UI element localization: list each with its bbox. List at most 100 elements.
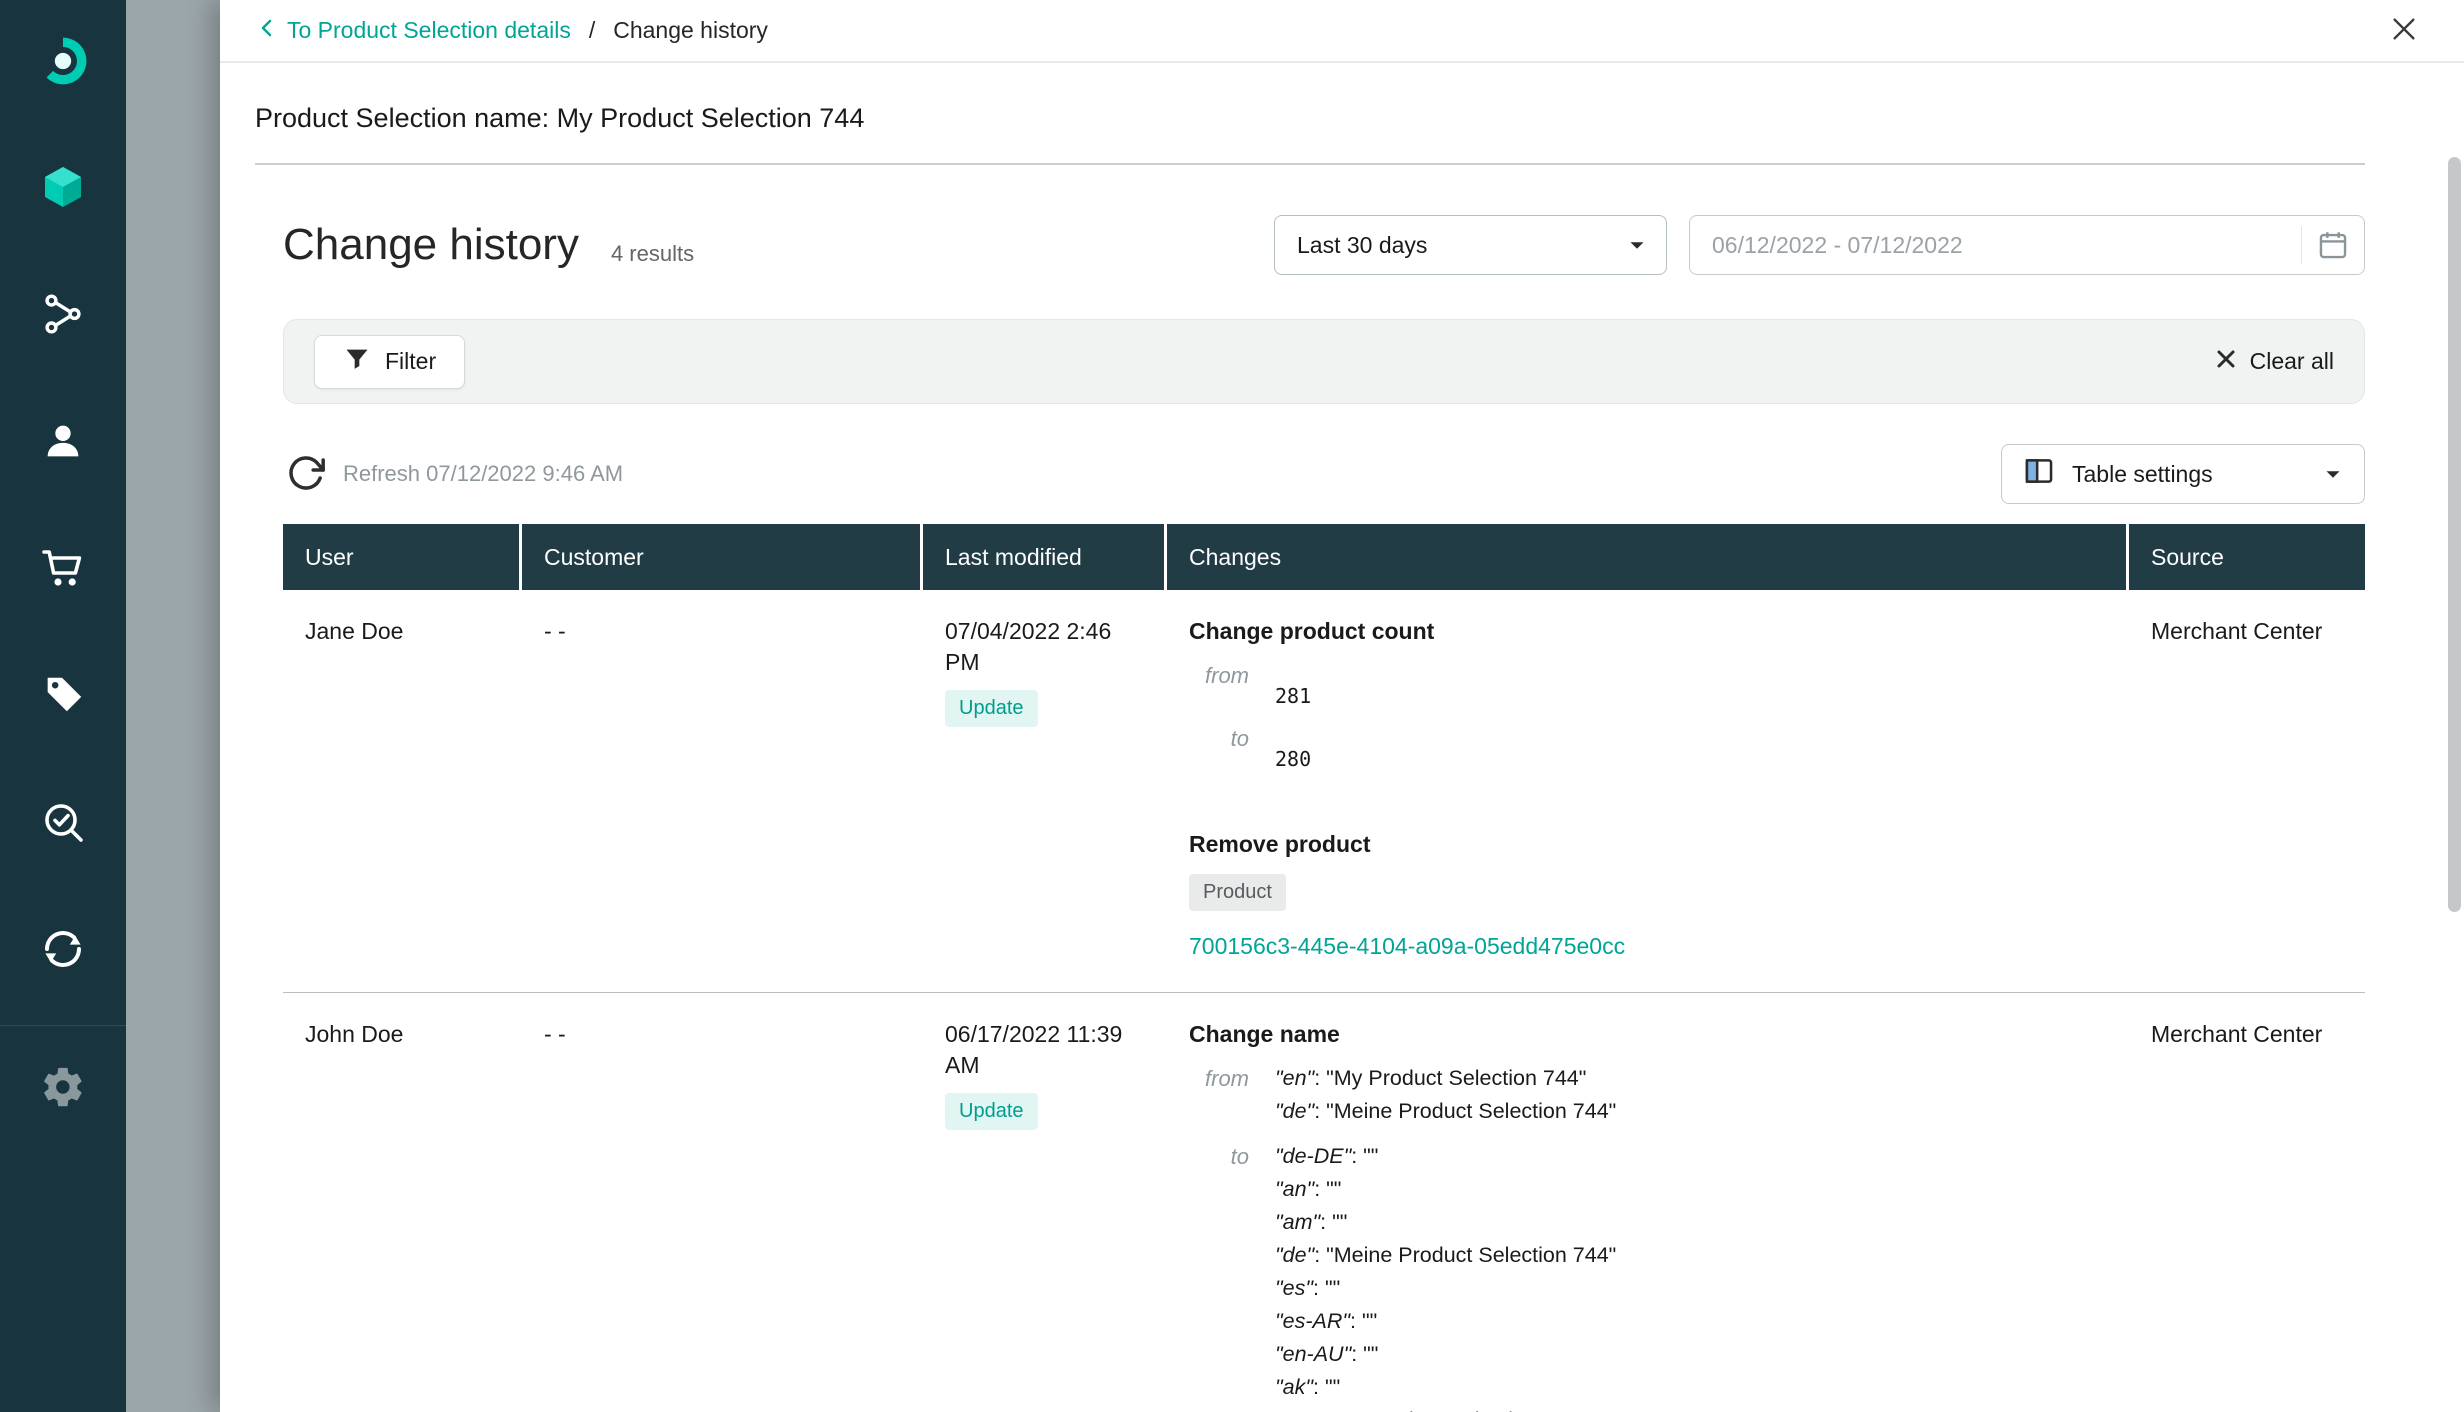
locale-key: "en-AU" [1275, 1342, 1351, 1366]
locale-value: "" [1332, 1210, 1347, 1234]
from-label: from [1189, 659, 1249, 710]
cell-last-modified: 07/04/2022 2:46 PM Update [923, 590, 1167, 992]
table-header: User Customer Last modified Changes Sour… [283, 524, 2365, 590]
cell-user: John Doe [283, 993, 522, 1412]
locale-value-line: "en-AU": "" [1275, 1338, 1616, 1371]
locale-value: "" [1325, 1276, 1340, 1300]
from-label: from [1189, 1062, 1249, 1128]
last-modified-date: 07/04/2022 2:46 PM [945, 616, 1145, 678]
sidebar-item-home[interactable] [0, 0, 126, 126]
change-to-row: to "de-DE": """an": """am": """de": "Mein… [1189, 1140, 2107, 1412]
change-to-content: 280 [1275, 722, 1311, 773]
sidebar-item-orders[interactable] [0, 507, 126, 634]
close-icon [2388, 13, 2420, 48]
refresh-button[interactable] [283, 451, 329, 497]
locale-key: "de-DE" [1275, 1144, 1351, 1168]
locale-value-line: "ak": "" [1275, 1371, 1616, 1404]
table-settings-button[interactable]: Table settings [2001, 444, 2365, 504]
cell-changes: Change product countfrom281to280Remove p… [1167, 590, 2129, 992]
clear-all-label: Clear all [2250, 348, 2334, 375]
column-header-last-modified[interactable]: Last modified [923, 524, 1167, 590]
locale-key: "es" [1275, 1276, 1313, 1300]
locale-value-line: "de-DE": "" [1275, 1140, 1616, 1173]
table-row: Jane Doe - - 07/04/2022 2:46 PM Update C… [283, 590, 2365, 993]
table-body: Jane Doe - - 07/04/2022 2:46 PM Update C… [283, 590, 2365, 1412]
locale-key: "de" [1275, 1099, 1314, 1123]
date-range-input[interactable]: 06/12/2022 - 07/12/2022 [1689, 215, 2365, 275]
date-range-value: 06/12/2022 - 07/12/2022 [1712, 232, 1963, 259]
scrollbar-thumb[interactable] [2448, 157, 2461, 912]
results-count: 4 results [611, 241, 694, 275]
clear-all-button[interactable]: Clear all [2214, 347, 2334, 377]
change-history-modal: To Product Selection details / Change hi… [220, 0, 2464, 1412]
table-columns-icon [2022, 454, 2056, 494]
cell-customer: - - [522, 590, 923, 992]
column-header-customer[interactable]: Customer [522, 524, 923, 590]
product-id-link[interactable]: 700156c3-445e-4104-a09a-05edd475e0cc [1189, 931, 1625, 962]
locale-key: "ak" [1275, 1375, 1313, 1399]
locale-value-line: "es-AR": "" [1275, 1305, 1616, 1338]
sidebar-item-sync[interactable] [0, 888, 126, 1015]
cube-icon [39, 163, 87, 216]
column-header-user[interactable]: User [283, 524, 522, 590]
vertical-scrollbar [2448, 0, 2461, 1412]
locale-value-line: "am": "" [1275, 1206, 1616, 1239]
cell-user: Jane Doe [283, 590, 522, 992]
close-button[interactable] [2388, 13, 2420, 48]
sidebar-item-discounts[interactable] [0, 634, 126, 761]
update-badge: Update [945, 690, 1038, 727]
breadcrumb-back-link[interactable]: To Product Selection details [255, 16, 571, 46]
search-check-icon [39, 798, 87, 851]
tag-icon [40, 672, 86, 723]
filter-button[interactable]: Filter [314, 335, 465, 389]
sidebar-item-products[interactable] [0, 126, 126, 253]
sidebar-item-settings[interactable] [0, 1026, 126, 1153]
flow-icon [40, 291, 86, 342]
locale-key: "es-AR" [1275, 1309, 1350, 1333]
locale-key: "en" [1275, 1066, 1314, 1090]
locale-value-line: "en": "My Product Selection 744" [1275, 1062, 1616, 1095]
app-root: To Product Selection details / Change hi… [0, 0, 2464, 1412]
change-block: Change product countfrom281to280 [1189, 616, 2107, 773]
locale-value: "" [1326, 1177, 1341, 1201]
locale-value: "Meine Product Selection 744" [1326, 1243, 1616, 1267]
locale-key: "an" [1275, 1177, 1314, 1201]
product-badge-row: Product [1189, 860, 2107, 911]
page-title: Change history [283, 220, 579, 270]
chevron-down-icon [2320, 461, 2346, 487]
to-label: to [1189, 1140, 1249, 1412]
to-label: to [1189, 722, 1249, 773]
column-header-changes[interactable]: Changes [1167, 524, 2129, 590]
change-history-table: User Customer Last modified Changes Sour… [283, 524, 2365, 1412]
locale-value-line: "de": "Meine Product Selection 744" [1275, 1239, 1616, 1272]
sidebar-item-flow[interactable] [0, 253, 126, 380]
product-selection-name: Product Selection name: My Product Selec… [220, 63, 2464, 135]
refresh-row: Refresh 07/12/2022 9:46 AM Table setting… [283, 444, 2365, 504]
cell-changes: Change namefrom"en": "My Product Selecti… [1167, 993, 2129, 1412]
locale-value-line: "an": "" [1275, 1173, 1616, 1206]
refresh-timestamp: Refresh 07/12/2022 9:46 AM [343, 461, 623, 487]
locale-key: "am" [1275, 1210, 1320, 1234]
filter-button-label: Filter [385, 348, 436, 375]
last-modified-date: 06/17/2022 11:39 AM [945, 1019, 1145, 1081]
modal-backdrop [126, 0, 220, 1412]
mono-value: 280 [1275, 722, 1311, 773]
breadcrumb-separator: / [589, 17, 595, 44]
product-link-row: 700156c3-445e-4104-a09a-05edd475e0cc [1189, 911, 2107, 962]
locale-key: "en" [1275, 1408, 1314, 1412]
change-from-content: "en": "My Product Selection 744""de": "M… [1275, 1062, 1616, 1128]
mono-value: 281 [1275, 659, 1311, 710]
change-block: Change namefrom"en": "My Product Selecti… [1189, 1019, 2107, 1412]
locale-value: "My Product Selection 744" [1326, 1408, 1586, 1412]
cell-customer: - - [522, 993, 923, 1412]
calendar-icon [2301, 226, 2350, 264]
sidebar-item-audit[interactable] [0, 761, 126, 888]
breadcrumb-back-label: To Product Selection details [287, 17, 571, 44]
refresh-icon [286, 453, 326, 496]
sidebar-item-customers[interactable] [0, 380, 126, 507]
change-title: Remove product [1189, 829, 2107, 860]
chevron-down-icon [1624, 232, 1650, 258]
column-header-source[interactable]: Source [2129, 524, 2365, 590]
date-preset-select[interactable]: Last 30 days [1274, 215, 1667, 275]
locale-value: "Meine Product Selection 744" [1326, 1099, 1616, 1123]
